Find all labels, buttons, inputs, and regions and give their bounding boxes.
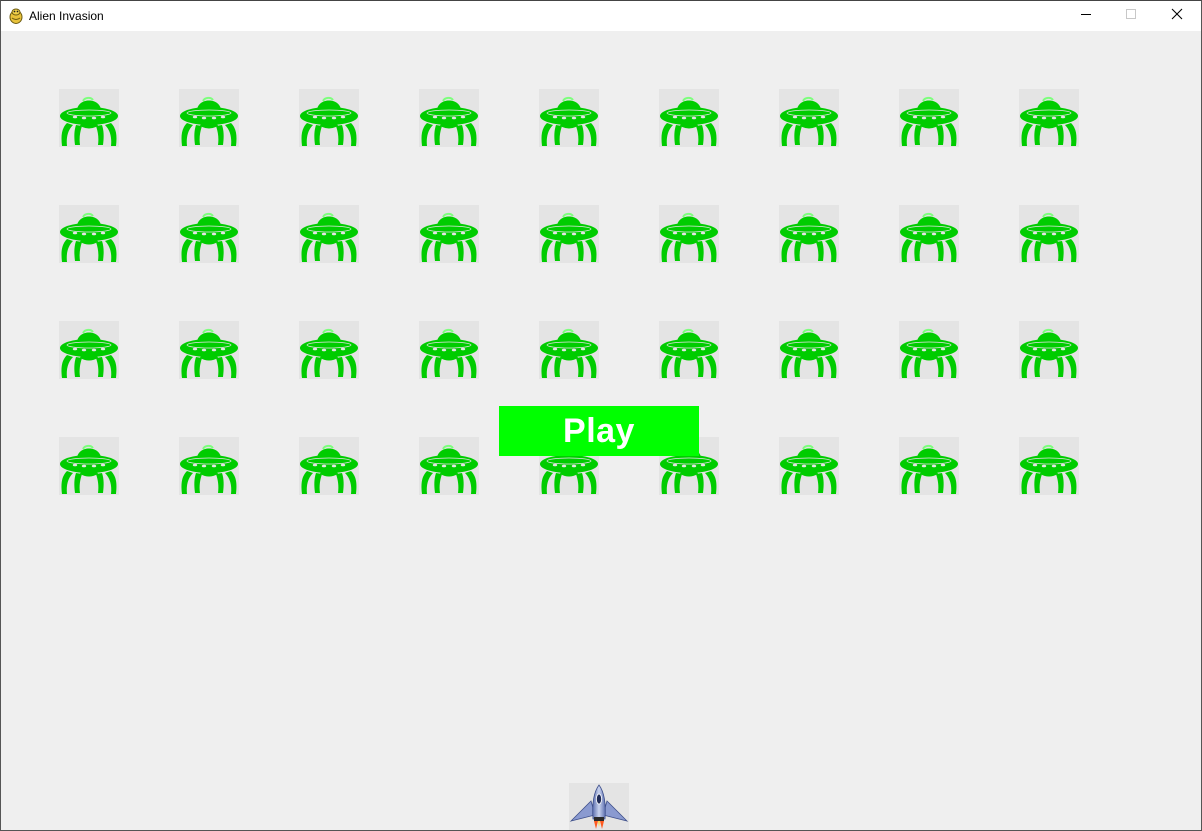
alien-ship xyxy=(1019,205,1079,263)
alien-ship xyxy=(899,321,959,379)
alien-ship xyxy=(299,321,359,379)
ufo-alien-icon xyxy=(659,205,719,263)
game-window: Alien Invasion Play xyxy=(0,0,1202,831)
ufo-alien-icon xyxy=(899,89,959,147)
ufo-alien-icon xyxy=(1019,89,1079,147)
alien-ship xyxy=(59,321,119,379)
ufo-alien-icon xyxy=(59,89,119,147)
ufo-alien-icon xyxy=(179,89,239,147)
ufo-alien-icon xyxy=(659,89,719,147)
alien-ship xyxy=(179,321,239,379)
title-bar[interactable]: Alien Invasion xyxy=(1,1,1201,31)
ufo-alien-icon xyxy=(779,89,839,147)
ufo-alien-icon xyxy=(179,205,239,263)
ufo-alien-icon xyxy=(1019,437,1079,495)
ufo-alien-icon xyxy=(299,205,359,263)
alien-ship xyxy=(59,89,119,147)
ufo-alien-icon xyxy=(299,89,359,147)
alien-ship xyxy=(179,205,239,263)
ufo-alien-icon xyxy=(419,89,479,147)
alien-ship xyxy=(299,89,359,147)
alien-ship xyxy=(779,205,839,263)
alien-ship xyxy=(59,437,119,495)
ufo-alien-icon xyxy=(1019,205,1079,263)
play-button[interactable]: Play xyxy=(499,406,699,456)
ufo-alien-icon xyxy=(1019,321,1079,379)
ufo-alien-icon xyxy=(539,205,599,263)
alien-ship xyxy=(779,89,839,147)
ufo-alien-icon xyxy=(539,321,599,379)
ufo-alien-icon xyxy=(539,89,599,147)
ufo-alien-icon xyxy=(299,437,359,495)
ufo-alien-icon xyxy=(899,437,959,495)
rocket-ship-icon xyxy=(569,784,629,830)
alien-ship xyxy=(419,321,479,379)
alien-ship xyxy=(899,205,959,263)
alien-ship xyxy=(539,205,599,263)
alien-ship xyxy=(899,89,959,147)
alien-ship xyxy=(1019,437,1079,495)
ufo-alien-icon xyxy=(779,321,839,379)
alien-ship xyxy=(59,205,119,263)
alien-ship xyxy=(659,205,719,263)
pygame-snake-icon xyxy=(9,8,23,24)
ufo-alien-icon xyxy=(59,205,119,263)
ufo-alien-icon xyxy=(179,437,239,495)
alien-ship xyxy=(179,89,239,147)
alien-ship xyxy=(1019,321,1079,379)
alien-ship xyxy=(419,437,479,495)
minimize-icon xyxy=(1080,7,1092,25)
alien-ship xyxy=(779,437,839,495)
alien-ship xyxy=(779,321,839,379)
window-title: Alien Invasion xyxy=(29,9,104,23)
alien-ship xyxy=(419,89,479,147)
ufo-alien-icon xyxy=(419,205,479,263)
alien-ship xyxy=(419,205,479,263)
minimize-button[interactable] xyxy=(1063,1,1109,31)
alien-ship xyxy=(299,205,359,263)
close-icon xyxy=(1171,7,1183,25)
maximize-icon xyxy=(1125,7,1137,25)
ufo-alien-icon xyxy=(659,321,719,379)
ufo-alien-icon xyxy=(419,321,479,379)
ufo-alien-icon xyxy=(899,205,959,263)
ufo-alien-icon xyxy=(59,437,119,495)
alien-ship xyxy=(899,437,959,495)
ufo-alien-icon xyxy=(59,321,119,379)
player-ship xyxy=(569,783,629,830)
alien-ship xyxy=(659,321,719,379)
alien-ship xyxy=(539,89,599,147)
ufo-alien-icon xyxy=(779,205,839,263)
game-screen[interactable]: Play xyxy=(1,31,1201,830)
ufo-alien-icon xyxy=(779,437,839,495)
alien-ship xyxy=(1019,89,1079,147)
alien-ship xyxy=(299,437,359,495)
maximize-button[interactable] xyxy=(1108,1,1154,31)
ufo-alien-icon xyxy=(899,321,959,379)
alien-ship xyxy=(179,437,239,495)
ufo-alien-icon xyxy=(419,437,479,495)
alien-ship xyxy=(539,321,599,379)
ufo-alien-icon xyxy=(299,321,359,379)
ufo-alien-icon xyxy=(179,321,239,379)
close-button[interactable] xyxy=(1154,1,1200,31)
alien-ship xyxy=(659,89,719,147)
